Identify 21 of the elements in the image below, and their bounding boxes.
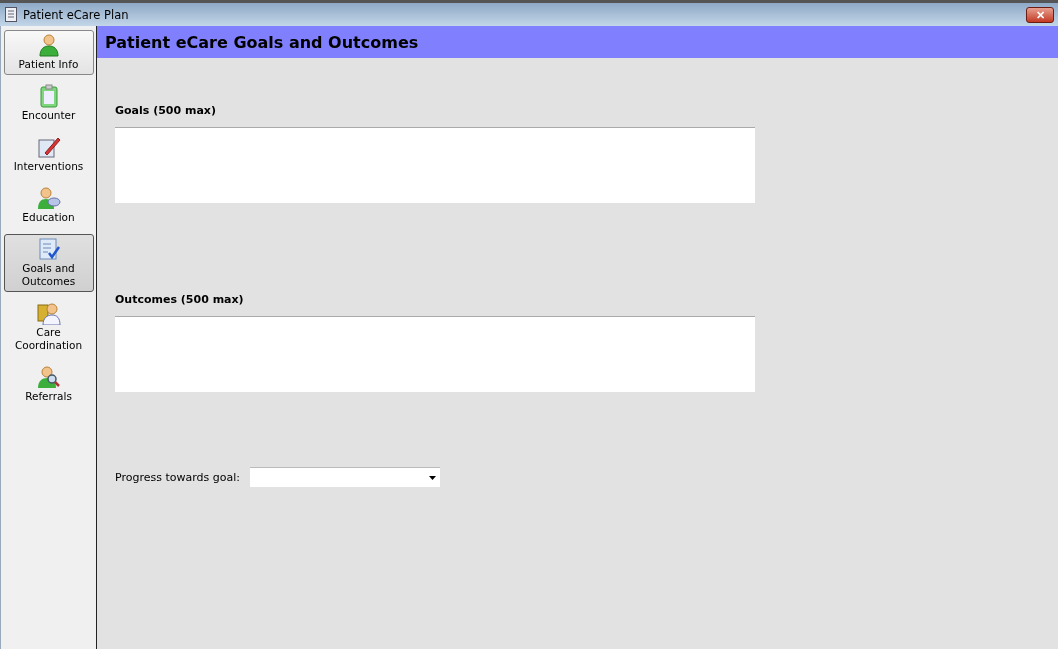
person-icon: [36, 33, 61, 57]
sidebar-item[interactable]: Patient Info: [3, 30, 94, 75]
sidebar-item[interactable]: Interventions: [3, 132, 94, 177]
sidebar-item[interactable]: Education: [3, 183, 94, 228]
document-icon: [5, 7, 17, 22]
page-title: Patient eCare Goals and Outcomes: [105, 32, 419, 52]
pencil-icon: [36, 135, 61, 159]
checklist-icon: [36, 237, 61, 261]
field-label: Goals (500 max): [115, 104, 217, 117]
text-area[interactable]: [115, 127, 755, 203]
field-label: Outcomes (500 max): [115, 293, 245, 306]
sidebar-item[interactable]: Referrals: [3, 362, 94, 407]
field-label: Progress towards goal:: [115, 470, 240, 484]
progress-dropdown[interactable]: [250, 467, 440, 487]
sidebar-item[interactable]: Encounter: [3, 81, 94, 126]
caret-icon: [429, 475, 436, 480]
magnifier-icon: [36, 365, 61, 389]
window-title: Patient eCare Plan: [23, 7, 130, 22]
text-area[interactable]: [115, 316, 755, 392]
sidebar-item[interactable]: Goals and Outcomes: [3, 234, 94, 292]
sidebar-item[interactable]: Care Coordination: [3, 298, 94, 356]
